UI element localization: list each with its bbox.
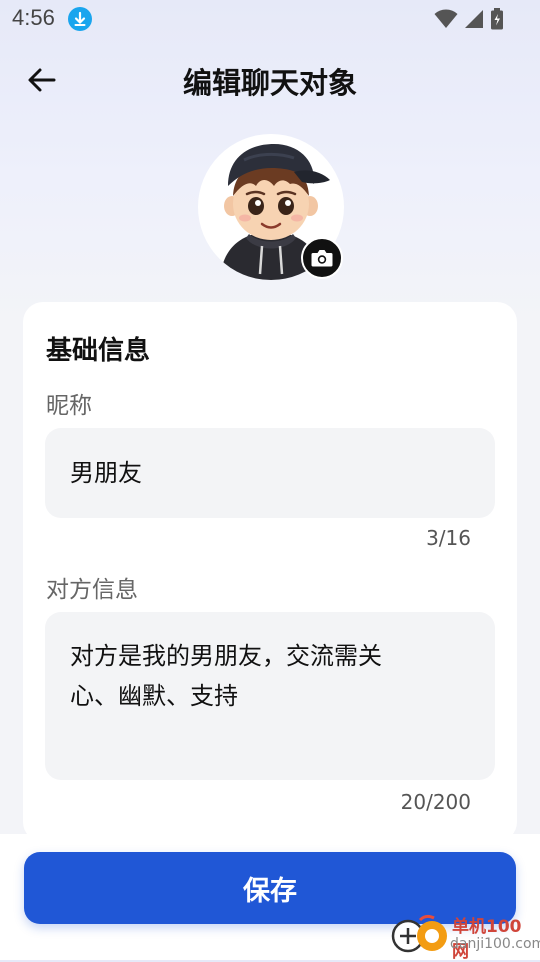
nickname-counter: 3/16 [426,526,471,550]
download-icon [68,7,92,31]
info-line-2: 心、幽默、支持 [70,682,238,710]
info-label: 对方信息 [46,577,138,603]
basic-info-card: 基础信息 昵称 男朋友 3/16 对方信息 对方是我的男朋友，交流需关 心、幽默… [23,302,517,842]
nickname-value: 男朋友 [70,459,142,487]
status-bar: 4:56 [0,0,540,38]
avatar-picker[interactable] [198,134,344,280]
signal-icon [465,10,483,28]
section-title: 基础信息 [46,336,151,366]
battery-icon [491,8,503,30]
wifi-icon [434,9,458,28]
info-counter: 20/200 [400,790,471,814]
watermark: 单机100网 danji100.com [390,912,540,962]
info-line-1: 对方是我的男朋友，交流需关 [70,642,382,670]
watermark-logo-icon [391,914,447,953]
info-textarea[interactable]: 对方是我的男朋友，交流需关 心、幽默、支持 [45,612,495,780]
camera-icon [311,250,333,267]
nickname-label: 昵称 [46,393,92,419]
nickname-field[interactable]: 男朋友 [45,428,495,518]
status-time: 4:56 [12,5,55,30]
page-title: 编辑聊天对象 [182,66,357,100]
camera-button[interactable] [301,237,343,279]
watermark-url: danji100.com [450,936,540,952]
